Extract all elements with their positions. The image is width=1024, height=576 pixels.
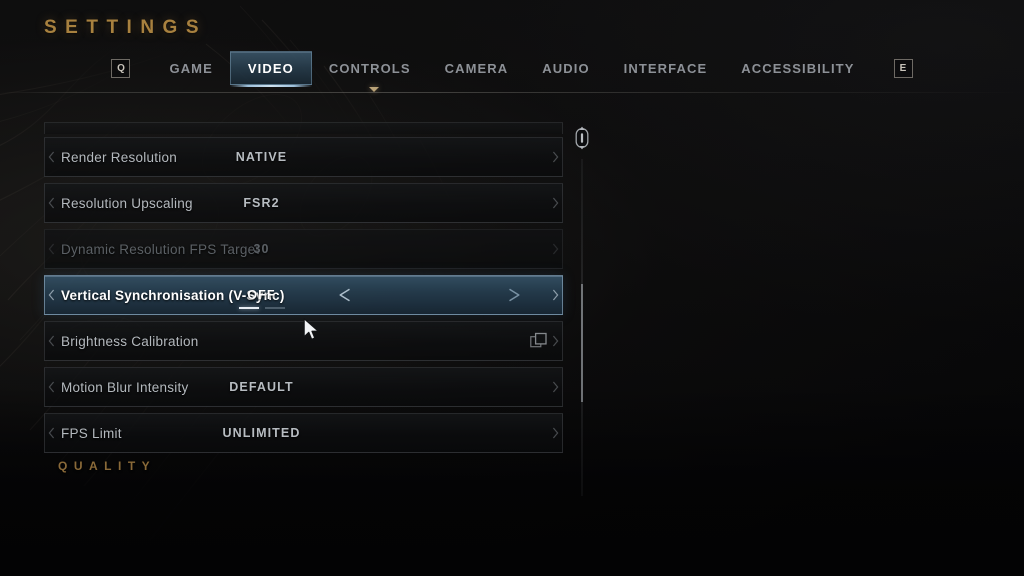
tab-accessibility[interactable]: ACCESSIBILITY: [724, 51, 871, 85]
row-right-chevron-icon: [552, 289, 559, 301]
tab-video[interactable]: VIDEO: [229, 51, 312, 87]
setting-label: Brightness Calibration: [61, 333, 199, 349]
tab-interface[interactable]: INTERFACE: [607, 51, 725, 85]
scrollbar-thumb[interactable]: [581, 284, 583, 402]
tab-controls[interactable]: CONTROLS: [312, 51, 428, 85]
value-tick-active: [238, 307, 259, 309]
setting-value: NATIVE: [235, 150, 288, 164]
header-divider: [0, 92, 1024, 93]
row-left-chevron-icon: [48, 335, 55, 347]
setting-value: UNLIMITED: [222, 426, 301, 440]
mouse-scroll-icon: [572, 126, 592, 150]
row-right-chevron-icon: [552, 243, 559, 255]
scrolled-row-partial: [44, 122, 563, 134]
next-tab-key-hint[interactable]: E: [893, 58, 913, 78]
setting-value: 30: [253, 242, 270, 256]
increase-value-arrow-icon[interactable]: [506, 288, 522, 302]
tab-game[interactable]: GAME: [152, 51, 229, 85]
settings-scroll-column: [572, 126, 594, 496]
value-tick: [264, 307, 285, 309]
row-right-chevron-icon: [552, 151, 559, 163]
tab-camera[interactable]: CAMERA: [428, 51, 526, 85]
setting-row-resolution-upscaling[interactable]: Resolution Upscaling FSR2: [44, 183, 563, 223]
row-right-chevron-icon: [552, 335, 559, 347]
setting-value: OFF: [247, 288, 276, 302]
page-title: SETTINGS: [44, 17, 208, 38]
setting-row-vertical-synchronisation[interactable]: Vertical Synchronisation (V-Sync) OFF: [44, 275, 563, 315]
row-right-chevron-icon: [552, 197, 559, 209]
tab-audio[interactable]: AUDIO: [525, 51, 606, 85]
row-right-chevron-icon: [552, 427, 559, 439]
setting-row-fps-limit[interactable]: FPS Limit UNLIMITED: [44, 413, 563, 453]
open-submenu-icon[interactable]: [530, 332, 547, 350]
video-settings-list: Render Resolution NATIVE Resolution Upsc…: [44, 122, 563, 473]
setting-value: FSR2: [243, 196, 280, 210]
prev-tab-key-hint[interactable]: Q: [111, 58, 131, 78]
row-right-chevron-icon: [552, 381, 559, 393]
value-position-ticks: [3, 307, 520, 309]
setting-row-motion-blur-intensity[interactable]: Motion Blur Intensity DEFAULT: [44, 367, 563, 407]
setting-row-brightness-calibration[interactable]: Brightness Calibration: [44, 321, 563, 361]
setting-row-render-resolution[interactable]: Render Resolution NATIVE: [44, 137, 563, 177]
section-header-quality: QUALITY: [58, 459, 157, 473]
setting-value: DEFAULT: [229, 380, 294, 394]
setting-row-dynamic-resolution-fps-target: Dynamic Resolution FPS Target 30: [44, 229, 563, 269]
settings-tab-bar: Q GAME VIDEO CONTROLS CAMERA AUDIO INTER…: [0, 50, 1024, 87]
